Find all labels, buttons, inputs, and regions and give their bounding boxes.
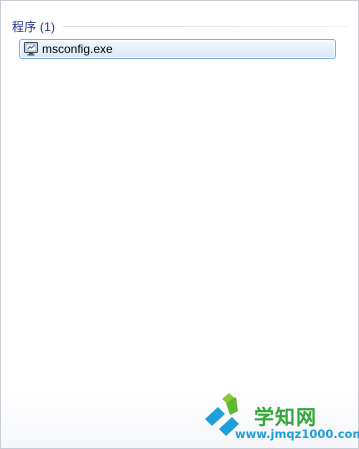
watermark: 学知网 www.jmqz1000.com xyxy=(205,393,359,445)
results-group-header: 程序 (1) xyxy=(12,18,348,34)
monitor-config-icon xyxy=(24,42,38,56)
start-search-results-panel: 程序 (1) msconfig.exe 学知网 www.jmqz1000.com xyxy=(0,0,359,449)
watermark-title: 学知网 xyxy=(254,405,317,429)
group-divider xyxy=(63,25,348,27)
result-item-label: msconfig.exe xyxy=(42,42,113,56)
results-group-title: 程序 (1) xyxy=(12,19,56,34)
watermark-url: www.jmqz1000.com xyxy=(235,427,359,441)
result-item-msconfig[interactable]: msconfig.exe xyxy=(19,39,336,59)
